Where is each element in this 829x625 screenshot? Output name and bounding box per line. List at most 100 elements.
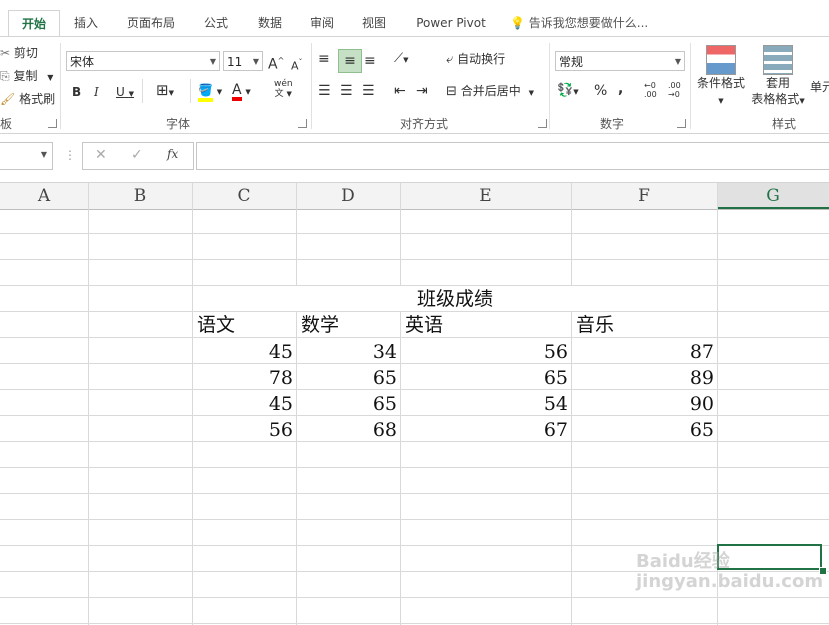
data-cell[interactable]: 65 (572, 417, 714, 443)
italic-button[interactable]: I (94, 84, 99, 100)
data-cell[interactable]: 34 (297, 339, 397, 365)
shrink-font-button[interactable]: Aˇ (291, 55, 303, 75)
align-middle-icon: ≡ (344, 53, 356, 69)
format-as-table-button[interactable]: 套用 表格格式▼ (748, 45, 808, 109)
number-launcher-icon[interactable] (677, 119, 686, 128)
conditional-formatting-button[interactable]: 条件格式 ▼ (694, 45, 748, 109)
grid-line (0, 545, 829, 546)
copy-icon: ⎘ (0, 69, 10, 83)
column-header-e[interactable]: E (400, 183, 571, 209)
increase-decimal-button[interactable]: ←0 .00 (644, 81, 666, 99)
header-cell-chinese[interactable]: 语文 (197, 312, 293, 338)
font-size-combo[interactable]: 11 ▼ (223, 51, 263, 71)
chevron-down-icon: ▼ (209, 57, 216, 66)
column-header-b[interactable]: B (88, 183, 192, 209)
tab-review[interactable]: 审阅 (300, 10, 344, 36)
header-cell-english[interactable]: 英语 (405, 312, 565, 338)
data-cell[interactable]: 45 (193, 391, 293, 417)
column-header-f[interactable]: F (571, 183, 717, 209)
font-size-value: 11 (227, 55, 243, 69)
borders-button[interactable]: ⊞▼ (156, 82, 174, 101)
font-name-combo[interactable]: 宋体 ▼ (66, 51, 220, 71)
font-color-icon: A (232, 83, 242, 101)
chevron-down-icon: ▼ (674, 57, 681, 66)
alignment-launcher-icon[interactable] (538, 119, 547, 128)
merge-center-button[interactable]: ⊟ 合并后居中 ▼ (446, 83, 534, 101)
merge-cells-icon: ⊟ (446, 84, 457, 99)
decrease-indent-button[interactable]: ⇤ (394, 83, 406, 99)
chevron-down-icon: ▼ (168, 89, 174, 97)
table-format-icon (763, 45, 793, 75)
align-top-button[interactable]: ≡ (318, 51, 330, 67)
group-separator (311, 43, 312, 129)
align-left-button[interactable]: ☰ (318, 83, 331, 99)
accounting-format-button[interactable]: 💱▼ (557, 83, 579, 100)
align-right-button[interactable]: ☰ (362, 83, 375, 99)
phonetic-button[interactable]: wén 文 ▼ (274, 79, 293, 99)
tab-insert[interactable]: 插入 (64, 10, 108, 36)
group-separator (690, 43, 691, 129)
data-cell[interactable]: 65 (297, 391, 397, 417)
data-cell[interactable]: 68 (297, 417, 397, 443)
align-right-icon: ☰ (362, 83, 375, 99)
clipboard-launcher-icon[interactable] (48, 119, 57, 128)
data-cell[interactable]: 78 (193, 365, 293, 391)
merged-title-cell[interactable]: 班级成绩 (193, 286, 717, 311)
chevron-down-icon: ▼ (47, 73, 54, 82)
formula-input[interactable] (196, 142, 829, 170)
column-header-d[interactable]: D (296, 183, 400, 209)
tab-view[interactable]: 视图 (352, 10, 396, 36)
cell-styles-button[interactable]: 单元 (810, 79, 829, 95)
data-cell[interactable]: 90 (572, 391, 714, 417)
format-painter-button[interactable]: 🖌 格式刷 (0, 91, 55, 107)
orientation-button[interactable]: ⟋▼ (394, 51, 409, 68)
align-center-button[interactable]: ☰ (340, 83, 353, 99)
header-cell-math[interactable]: 数学 (301, 312, 397, 338)
underline-button[interactable]: U ▼ (116, 84, 134, 102)
number-format-combo[interactable]: 常规 ▼ (555, 51, 685, 71)
column-header-g[interactable]: G (717, 183, 829, 209)
data-cell[interactable]: 67 (401, 417, 568, 443)
grid-line (0, 467, 829, 468)
font-name-value: 宋体 (70, 55, 95, 69)
data-cell[interactable]: 45 (193, 339, 293, 365)
tab-formulas[interactable]: 公式 (194, 10, 238, 36)
tab-data[interactable]: 数据 (248, 10, 292, 36)
column-header-a[interactable]: A (0, 183, 88, 209)
table-format-label-1: 套用 (765, 76, 790, 90)
tab-power-pivot[interactable]: Power Pivot (408, 10, 494, 36)
data-cell[interactable]: 89 (572, 365, 714, 391)
data-cell[interactable]: 54 (401, 391, 568, 417)
decrease-decimal-button[interactable]: .00 →0 (668, 81, 690, 99)
bold-button[interactable]: B (72, 84, 81, 100)
chevron-down-icon: ▼ (528, 89, 534, 97)
header-cell-music[interactable]: 音乐 (576, 312, 712, 338)
chevron-down-icon: ▼ (245, 88, 251, 96)
copy-button[interactable]: ⎘ 复制 ▼ (0, 68, 53, 86)
data-cell[interactable]: 56 (193, 417, 293, 443)
increase-indent-button[interactable]: ⇥ (416, 83, 428, 99)
data-cell[interactable]: 87 (572, 339, 714, 365)
font-color-button[interactable]: A ▼ (232, 82, 251, 101)
comma-style-button[interactable]: , (618, 81, 623, 97)
wrap-text-button[interactable]: ⤶ 自动换行 (446, 51, 505, 68)
cut-button[interactable]: ✂ 剪切 (0, 45, 38, 61)
tell-me-search[interactable]: 💡 告诉我您想要做什么... (510, 10, 660, 36)
tab-page-layout[interactable]: 页面布局 (118, 10, 184, 36)
data-cell[interactable]: 65 (401, 365, 568, 391)
font-launcher-icon[interactable] (298, 119, 307, 128)
column-header-c[interactable]: C (192, 183, 296, 209)
caret-up-icon: ^ (277, 56, 285, 65)
align-middle-button[interactable]: ≡ (338, 49, 362, 73)
tab-home[interactable]: 开始 (8, 10, 60, 37)
align-bottom-button[interactable]: ≡ (364, 53, 376, 69)
enter-icon[interactable]: ✓ (131, 147, 143, 163)
name-box[interactable]: ▼ (0, 142, 53, 170)
cancel-icon[interactable]: ✕ (95, 147, 107, 163)
data-cell[interactable]: 56 (401, 339, 568, 365)
fill-color-button[interactable]: 🪣 ▼ (198, 82, 222, 102)
percent-button[interactable]: % (594, 83, 607, 99)
grow-font-button[interactable]: A^ (268, 53, 284, 73)
data-cell[interactable]: 65 (297, 365, 397, 391)
insert-function-icon[interactable]: fx (167, 147, 178, 161)
